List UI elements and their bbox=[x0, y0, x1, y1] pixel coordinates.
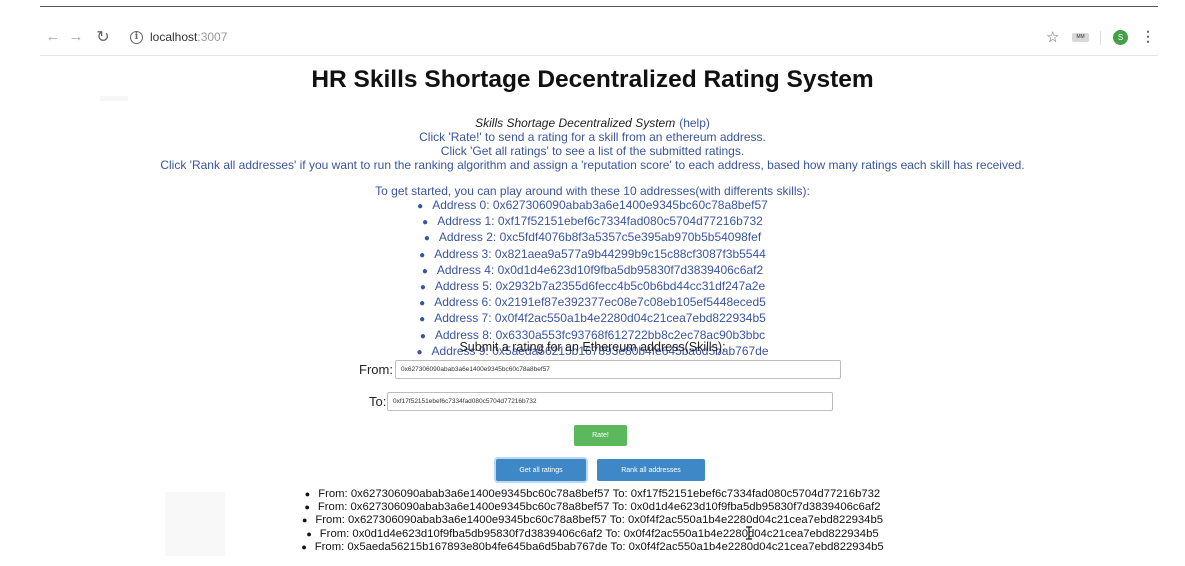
bullet-icon: ● bbox=[423, 233, 430, 245]
intro-headline: Skills Shortage Decentralized System (hel… bbox=[0, 116, 1185, 130]
top-rule bbox=[40, 6, 1158, 7]
system-name: Skills Shortage Decentralized System bbox=[475, 116, 676, 130]
intro-line: Click 'Rate!' to send a rating for a ski… bbox=[419, 130, 766, 144]
address-text: Address 4: 0x0d1d4e623d10f9fba5db95830f7… bbox=[436, 262, 764, 277]
bullet-icon: ● bbox=[304, 502, 310, 513]
bullet-icon: ● bbox=[421, 265, 428, 277]
address-text: Address 3: 0x821aea9a577a9b44299b9c15c88… bbox=[434, 246, 766, 261]
address-item: ● Address 0: 0x627306090abab3a6e1400e9345… bbox=[0, 198, 1185, 214]
bullet-icon: ● bbox=[419, 298, 426, 310]
help-link[interactable]: (help) bbox=[679, 116, 710, 130]
address-text: Address 7: 0x0f4f2ac550a1b4e2280d04c21ce… bbox=[434, 311, 766, 326]
bullet-icon: ● bbox=[306, 528, 312, 539]
rating-item: ● From: 0x627306090abab3a6e1400e9345bc60c… bbox=[0, 488, 1185, 501]
menu-dots-icon[interactable]: ⋮ bbox=[1141, 28, 1155, 45]
address-item: ● Address 4: 0x0d1d4e623d10f9fba5db95830f… bbox=[0, 263, 1185, 279]
rating-text: From: 0x627306090abab3a6e1400e9345bc60c7… bbox=[315, 514, 884, 527]
address-bar[interactable]: localhost:3007 bbox=[150, 30, 227, 44]
page-title: HR Skills Shortage Decentralized Rating … bbox=[311, 66, 874, 93]
submit-heading: Submit a rating for an Ethereum address(… bbox=[459, 340, 726, 354]
rating-text: From: 0x627306090abab3a6e1400e9345bc60c7… bbox=[317, 501, 881, 514]
bullet-icon: ● bbox=[419, 314, 426, 326]
address-item: ● Address 3: 0x821aea9a577a9b44299b9c15c8… bbox=[0, 247, 1185, 263]
get-all-ratings-button[interactable]: Get all ratings bbox=[496, 459, 586, 481]
address-item: ● Address 6: 0x2191ef87e392377ec08e7c08eb… bbox=[0, 295, 1185, 311]
rate-button[interactable]: Rate! bbox=[574, 425, 627, 446]
reload-icon[interactable]: ↻ bbox=[95, 27, 111, 47]
address-text: Address 5: 0x2932b7a2355d6fecc4b5c0b6bd4… bbox=[434, 279, 766, 294]
address-text: Address 1: 0xf17f52151ebef6c7334fad080c5… bbox=[437, 214, 763, 229]
rating-item: ● From: 0x627306090abab3a6e1400e9345bc60c… bbox=[0, 501, 1185, 514]
rating-text: From: 0x627306090abab3a6e1400e9345bc60c7… bbox=[318, 488, 881, 500]
text-cursor-icon bbox=[746, 526, 752, 540]
bullet-icon: ● bbox=[304, 489, 311, 499]
address-list: ● Address 0: 0x627306090abab3a6e1400e9345… bbox=[0, 198, 1185, 360]
address-text: Address 0: 0x627306090abab3a6e1400e9345b… bbox=[432, 198, 768, 212]
from-input[interactable] bbox=[395, 360, 841, 379]
getting-started-text: To get started, you can play around with… bbox=[375, 184, 810, 198]
address-item: ● Address 5: 0x2932b7a2355d6fecc4b5c0b6bd… bbox=[0, 279, 1185, 295]
rating-item: ● From: 0x0d1d4e623d10f9fba5db95830f7d383… bbox=[0, 528, 1185, 541]
address-text: Address 2: 0xc5fdf4076b8f3a5357c5e395ab9… bbox=[438, 230, 762, 245]
rating-text: From: 0x5aeda56215b167893e80b4fe645ba6d5… bbox=[314, 540, 884, 553]
bullet-icon: ● bbox=[301, 515, 308, 526]
rank-all-addresses-button[interactable]: Rank all addresses bbox=[597, 459, 705, 481]
profile-avatar-icon[interactable]: S bbox=[1113, 30, 1128, 45]
intro-line: Click 'Get all ratings' to see a list of… bbox=[440, 144, 745, 158]
back-arrow-icon[interactable]: ← bbox=[45, 28, 61, 45]
to-input[interactable] bbox=[387, 392, 833, 411]
star-icon[interactable]: ☆ bbox=[1046, 28, 1059, 46]
address-text: Address 6: 0x2191ef87e392377ec08e7c08eb1… bbox=[434, 295, 766, 310]
bullet-icon: ● bbox=[419, 249, 426, 261]
rating-item: ● From: 0x5aeda56215b167893e80b4fe645ba6d… bbox=[0, 541, 1185, 554]
bullet-icon: ● bbox=[301, 541, 307, 552]
bullet-icon: ● bbox=[419, 282, 426, 294]
bullet-icon: ● bbox=[422, 217, 429, 229]
address-item: ● Address 7: 0x0f4f2ac550a1b4e2280d04c21c… bbox=[0, 311, 1185, 327]
bullet-icon: ● bbox=[417, 201, 424, 212]
ratings-list: ● From: 0x627306090abab3a6e1400e9345bc60c… bbox=[0, 488, 1185, 554]
from-label: From: bbox=[359, 362, 393, 377]
extension-icon[interactable]: MM bbox=[1072, 33, 1089, 42]
address-item: ● Address 2: 0xc5fdf4076b8f3a5357c5e395ab… bbox=[0, 230, 1185, 246]
browser-toolbar: ← → ↻ i localhost:3007 ☆ MM S ⋮ bbox=[40, 22, 1158, 56]
address-item: ● Address 1: 0xf17f52151ebef6c7334fad080c… bbox=[0, 214, 1185, 230]
toolbar-separator bbox=[1100, 31, 1101, 45]
rating-item: ● From: 0x627306090abab3a6e1400e9345bc60c… bbox=[0, 514, 1185, 527]
url-port: :3007 bbox=[197, 30, 228, 44]
forward-arrow-icon[interactable]: → bbox=[68, 28, 84, 45]
background-ghost bbox=[100, 96, 128, 101]
to-label: To: bbox=[369, 394, 387, 409]
info-icon[interactable]: i bbox=[130, 31, 143, 44]
rating-text: From: 0x0d1d4e623d10f9fba5db95830f7d3839… bbox=[319, 527, 879, 540]
intro-text: Skills Shortage Decentralized System (hel… bbox=[0, 116, 1185, 172]
url-host: localhost bbox=[150, 30, 198, 44]
intro-line: Click 'Rank all addresses' if you want t… bbox=[160, 158, 1025, 172]
